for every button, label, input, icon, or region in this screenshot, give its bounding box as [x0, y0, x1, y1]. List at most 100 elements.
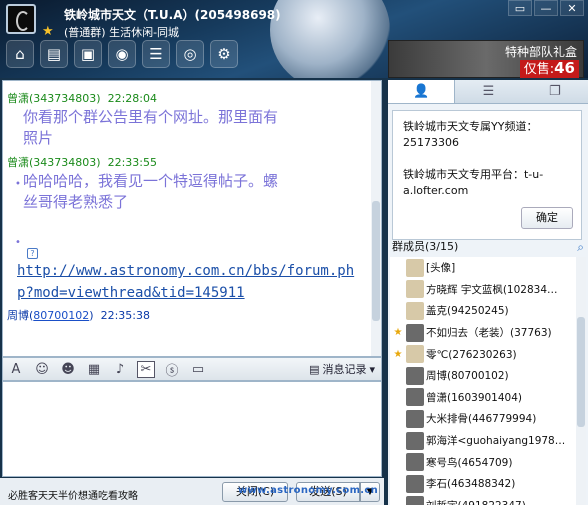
notice-yy-value: 25173306	[403, 136, 459, 149]
avatar	[406, 301, 424, 320]
files-icon[interactable]: ❐	[522, 80, 588, 103]
message-text: 你看那个群公告里有个网址。那里面有 照片	[23, 108, 279, 147]
bell-icon[interactable]: ♪	[111, 362, 129, 377]
avatar	[406, 280, 424, 299]
member-name: 方晓辉 宇文蓝枫(102834…	[426, 283, 558, 296]
member-row[interactable]: 大米排骨(446779994)	[390, 408, 586, 430]
member-name: 不如归去（老装）(37763)	[426, 327, 552, 340]
members-header: 群成员(3/15) ⌕	[392, 238, 584, 256]
mosaic-icon[interactable]: ▦	[85, 362, 103, 377]
avatar	[406, 409, 424, 428]
member-row[interactable]: [头像]	[390, 257, 586, 279]
notice-yy-label: 铁岭城市天文专属YY频道：	[403, 120, 538, 133]
voice-icon[interactable]: ◉	[108, 40, 136, 68]
avatar	[406, 474, 424, 493]
chevron-down-icon: ▾	[369, 362, 375, 376]
message-header: 曾潇(343734803) 22:28:04	[7, 92, 157, 105]
history-button[interactable]: ▤ 消息记录 ▾	[309, 361, 375, 377]
message-text: • 哈哈哈哈，我看见一个特逗得帖子。螺 丝哥得老熟悉了	[15, 172, 279, 211]
bullet-icon: •	[15, 237, 21, 248]
member-row[interactable]: 郭海洋<guohaiyang1978…	[390, 430, 586, 452]
member-name: 刘哲宇(491822347)	[426, 498, 526, 505]
tip-link[interactable]: 必胜客天天半价想通吃看攻略	[8, 487, 138, 502]
member-scrollbar[interactable]	[576, 257, 586, 505]
ad-price: 仅售:46	[519, 60, 579, 78]
member-name: 大米排骨(446779994)	[426, 413, 537, 426]
member-row[interactable]: 周博(80700102)	[390, 365, 586, 387]
more-icon[interactable]: ▭	[189, 362, 207, 377]
member-row[interactable]: 盖克(94250245)	[390, 300, 586, 322]
group-subtitle: (普通群) 生活休闲-同城	[64, 26, 180, 39]
member-name: 零℃(276230263)	[426, 348, 517, 361]
list-icon[interactable]: ☰	[455, 80, 521, 103]
right-panel: 👤 ☰ ❐ 铁岭城市天文专属YY频道： 25173306 铁岭城市天文专用平台：t…	[388, 80, 588, 505]
sender-id-link[interactable]: 80700102	[33, 309, 89, 322]
title-bar: ★ 铁岭城市天文（T.U.A）(205498698) (普通群) 生活休闲-同城…	[0, 0, 588, 78]
watermark: www.astronomy.com.cn	[238, 485, 379, 496]
notice-platform: 铁岭城市天文专用平台：t-u-a.lofter.com	[403, 168, 544, 197]
member-name: [头像]	[426, 262, 456, 275]
moon-background	[270, 0, 390, 78]
chat-history[interactable]: 曾潇(343734803) 22:28:04 你看那个群公告里有个网址。那里面有…	[2, 80, 382, 357]
ok-button[interactable]: 确定	[521, 207, 573, 229]
video-icon[interactable]: ◎	[176, 40, 204, 68]
member-row[interactable]: 方晓辉 宇文蓝枫(102834…	[390, 279, 586, 301]
scroll-thumb[interactable]	[372, 201, 380, 321]
member-row[interactable]: 曾潇(1603901404)	[390, 387, 586, 409]
avatar	[406, 258, 424, 277]
avatar	[406, 431, 424, 450]
minimize-icon[interactable]: —	[534, 0, 558, 16]
member-list[interactable]: [头像] 方晓辉 宇文蓝枫(102834… 盖克(94250245) ★ 不如归去（老…	[390, 257, 586, 505]
member-name: 曾潇(1603901404)	[426, 391, 522, 404]
chat-scrollbar[interactable]	[371, 81, 381, 356]
member-row[interactable]: ★ 零℃(276230263)	[390, 343, 586, 365]
group-title: 铁岭城市天文（T.U.A）(205498698)	[64, 8, 281, 22]
member-name: 寒号鸟(4654709)	[426, 456, 513, 469]
screenshot-icon[interactable]: ⓢ	[163, 360, 181, 379]
home-icon[interactable]: ⌂	[6, 40, 34, 68]
member-row[interactable]: ★ 不如归去（老装）(37763)	[390, 322, 586, 344]
admin-badge-icon: ★	[393, 327, 403, 339]
avatar	[406, 323, 424, 342]
ad-title: 特种部队礼盒	[504, 45, 577, 59]
search-icon[interactable]: ⌕	[577, 238, 584, 256]
message-header: 周博(80700102) 22:35:38	[7, 309, 150, 322]
message-input[interactable]	[2, 381, 382, 477]
emoji-icon[interactable]: ☺	[33, 362, 51, 377]
message-link[interactable]: http://www.astronomy.com.cn/bbs/forum.ph…	[3, 260, 381, 304]
avatar	[406, 388, 424, 407]
shield-icon: ?	[27, 248, 38, 259]
avatar	[406, 496, 424, 505]
member-name: 周博(80700102)	[426, 370, 509, 383]
window-controls: ▭ — ✕	[508, 0, 584, 16]
member-name: 郭海洋<guohaiyang1978…	[426, 435, 566, 448]
avatar	[406, 453, 424, 472]
right-tabs: 👤 ☰ ❐	[388, 80, 588, 104]
scroll-thumb[interactable]	[577, 317, 585, 427]
apps-icon[interactable]: ☰	[142, 40, 170, 68]
member-row[interactable]: 李石(463488342)	[390, 473, 586, 495]
face-icon[interactable]: ☻	[59, 362, 77, 377]
close-icon[interactable]: ✕	[560, 0, 584, 16]
member-row[interactable]: 刘哲宇(491822347)	[390, 495, 586, 505]
bullet-icon: •	[15, 179, 21, 190]
group-notice: 铁岭城市天文专属YY频道： 25173306 铁岭城市天文专用平台：t-u-a.l…	[392, 110, 582, 240]
star-icon: ★	[42, 24, 54, 39]
group-avatar[interactable]	[6, 4, 36, 34]
member-name: 李石(463488342)	[426, 478, 516, 491]
ad-banner[interactable]: 特种部队礼盒 仅售:46	[388, 40, 584, 78]
scissors-icon[interactable]: ✂	[137, 360, 155, 378]
settings-icon[interactable]: ⚙	[210, 40, 238, 68]
avatar	[406, 366, 424, 385]
history-icon: ▤	[309, 362, 320, 376]
input-toolbar: A ☺ ☻ ▦ ♪ ✂ ⓢ ▭ ▤ 消息记录 ▾	[2, 357, 382, 381]
restore-icon[interactable]: ▭	[508, 0, 532, 16]
avatar	[406, 345, 424, 364]
member-row[interactable]: 寒号鸟(4654709)	[390, 451, 586, 473]
person-icon[interactable]: 👤	[388, 80, 456, 103]
album-icon[interactable]: ▣	[74, 40, 102, 68]
message-header: 曾潇(343734803) 22:33:55	[7, 156, 157, 169]
member-name: 盖克(94250245)	[426, 305, 509, 318]
font-icon[interactable]: A	[7, 362, 25, 377]
folder-icon[interactable]: ▤	[40, 40, 68, 68]
